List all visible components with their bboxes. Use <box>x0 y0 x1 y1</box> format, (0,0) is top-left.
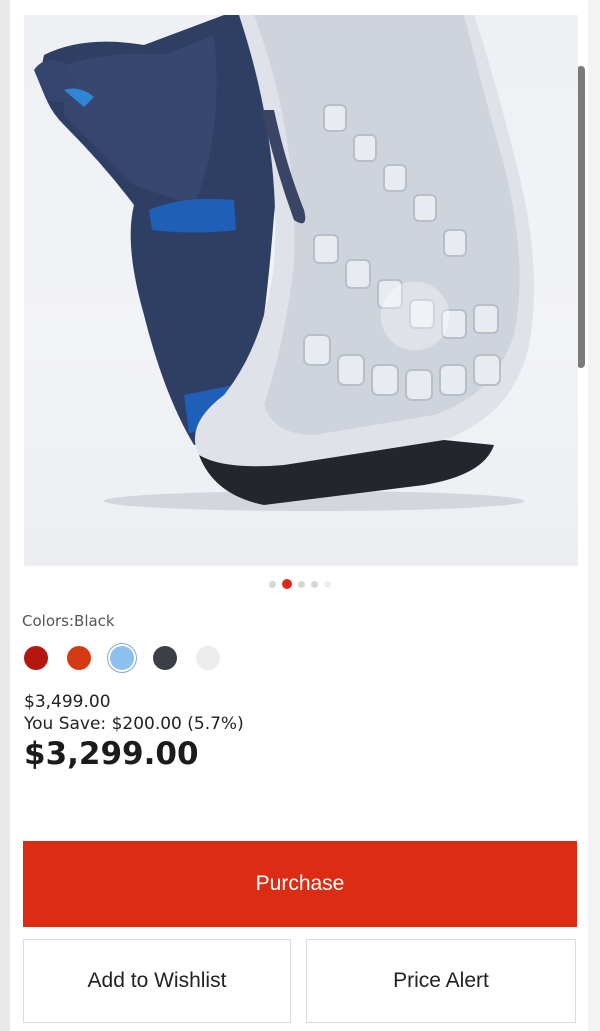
savings-text: You Save: $200.00 (5.7%) <box>24 714 244 734</box>
original-price: $3,499.00 <box>24 692 111 712</box>
color-swatch-white[interactable] <box>196 646 220 670</box>
scrollbar-thumb[interactable] <box>577 66 585 368</box>
carousel-dot[interactable] <box>269 580 276 588</box>
color-swatch-red[interactable] <box>24 646 48 670</box>
carousel-dot-active[interactable] <box>282 579 292 589</box>
price-alert-button[interactable]: Price Alert <box>306 939 576 1023</box>
color-swatches <box>24 646 220 670</box>
purchase-button[interactable]: Purchase <box>23 841 577 927</box>
carousel-indicator[interactable] <box>0 579 600 589</box>
carousel-dot[interactable] <box>298 580 305 588</box>
scroll-track[interactable] <box>588 0 600 1031</box>
carousel-dot[interactable] <box>311 580 318 588</box>
final-price: $3,299.00 <box>24 736 199 772</box>
color-swatch-charcoal[interactable] <box>153 646 177 670</box>
left-frame-border <box>0 0 10 1031</box>
product-image[interactable] <box>24 15 578 566</box>
color-swatch-orange[interactable] <box>67 646 91 670</box>
carousel-dot[interactable] <box>324 580 331 588</box>
color-swatch-light-blue[interactable] <box>110 646 134 670</box>
shoe-illustration <box>34 15 534 511</box>
colors-label: Colors:Black <box>22 612 115 630</box>
add-to-wishlist-button[interactable]: Add to Wishlist <box>23 939 291 1023</box>
